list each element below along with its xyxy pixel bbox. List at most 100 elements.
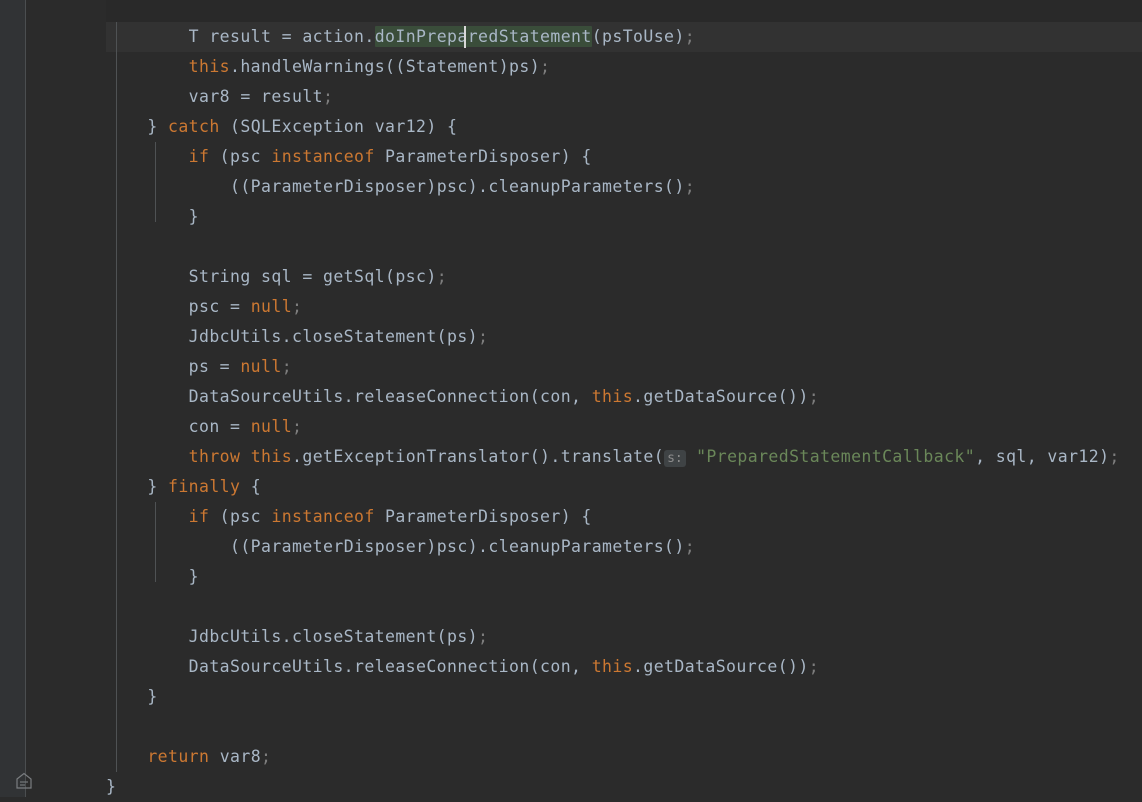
code-line[interactable]: this.handleWarnings((Statement)ps); (0, 52, 1142, 82)
code-line[interactable]: } (0, 202, 1142, 232)
code-token: ; (684, 177, 696, 196)
code-line[interactable]: throw this.getExceptionTranslator().tran… (0, 442, 1142, 472)
code-line[interactable]: var8 = result; (0, 82, 1142, 112)
code-line[interactable]: ((ParameterDisposer)psc).cleanupParamete… (0, 532, 1142, 562)
code-token: null (250, 417, 293, 436)
code-token: (psc (209, 147, 272, 166)
code-line[interactable]: String sql = getSql(psc); (0, 262, 1142, 292)
code-line-text: DataSourceUtils.releaseConnection(con, t… (106, 652, 819, 682)
code-token: ; (292, 297, 303, 316)
code-line-text: ((ParameterDisposer)psc).cleanupParamete… (106, 172, 695, 202)
code-token: if (188, 147, 210, 166)
code-token: catch (168, 117, 220, 136)
code-line[interactable]: ((ParameterDisposer)psc).cleanupParamete… (0, 172, 1142, 202)
code-token: .getDataSource()) (633, 657, 809, 676)
code-token: ; (808, 657, 820, 676)
code-line-text: return var8; (106, 742, 271, 772)
code-line[interactable]: } (0, 682, 1142, 712)
code-token: ; (684, 537, 696, 556)
code-token: this (591, 657, 634, 676)
code-token: "PreparedStatementCallback" (696, 447, 976, 466)
code-token: null (250, 297, 293, 316)
code-token: ; (478, 627, 489, 646)
code-line-text: } (106, 772, 116, 802)
code-line-text: ((ParameterDisposer)psc).cleanupParamete… (106, 532, 695, 562)
code-line[interactable]: ps = null; (0, 352, 1142, 382)
inlay-parameter-hint[interactable]: s: (664, 450, 686, 467)
code-line-text: T result = action.doInPreparedStatement(… (106, 22, 695, 52)
code-line-text: if (psc instanceof ParameterDisposer) { (106, 502, 592, 532)
code-line[interactable]: con = null; (0, 412, 1142, 442)
code-token: } (147, 477, 169, 496)
code-token: T result = action. (188, 27, 375, 46)
code-token: instanceof (271, 507, 375, 526)
code-line[interactable] (0, 712, 1142, 742)
code-token: { (240, 477, 262, 496)
code-editor[interactable]: T result = action.doInPreparedStatement (… (0, 0, 1142, 797)
code-token: } (188, 567, 200, 586)
code-line-text: } (106, 202, 199, 232)
code-line[interactable]: DataSourceUtils.releaseConnection(con, t… (0, 382, 1142, 412)
code-token: DataSourceUtils.releaseConnection(con, (188, 657, 592, 676)
code-token: return (147, 747, 210, 766)
code-token: ; (281, 357, 293, 376)
code-token: ((ParameterDisposer)psc).cleanupParamete… (230, 177, 685, 196)
code-line[interactable]: JdbcUtils.closeStatement(ps); (0, 622, 1142, 652)
code-token: DataSourceUtils.releaseConnection(con, (188, 387, 592, 406)
code-token: } (147, 117, 169, 136)
code-token: } (147, 687, 158, 706)
code-line[interactable]: } (0, 562, 1142, 592)
code-line-text: String sql = getSql(psc); (106, 262, 447, 292)
code-line[interactable]: JdbcUtils.closeStatement(ps); (0, 322, 1142, 352)
code-line[interactable]: } (0, 772, 1142, 802)
code-line-text: } (106, 562, 199, 592)
code-line-text: } (106, 682, 158, 712)
code-line[interactable]: psc = null; (0, 292, 1142, 322)
code-token: .handleWarnings((Statement)ps) (230, 57, 541, 76)
code-line-text: psc = null; (106, 292, 302, 322)
code-token: var8 = result (188, 87, 324, 106)
code-token: (psc (209, 507, 272, 526)
code-token: if (188, 507, 210, 526)
code-line[interactable]: T result = action.doInPreparedStatement(… (0, 22, 1142, 52)
code-token: } (106, 777, 117, 796)
code-token: ; (478, 327, 489, 346)
code-line[interactable] (0, 232, 1142, 262)
code-line[interactable]: DataSourceUtils.releaseConnection(con, t… (0, 652, 1142, 682)
code-token: this (591, 387, 634, 406)
code-line[interactable]: } finally { (0, 472, 1142, 502)
code-line[interactable]: if (psc instanceof ParameterDisposer) { (0, 142, 1142, 172)
code-token: con = (188, 417, 251, 436)
code-token: (SQLException var12) { (219, 117, 458, 136)
code-token: throw (188, 447, 241, 466)
code-token: .getExceptionTranslator().translate( (292, 447, 665, 466)
code-line[interactable]: if (psc instanceof ParameterDisposer) { (0, 502, 1142, 532)
code-token: ((ParameterDisposer)psc).cleanupParamete… (230, 537, 685, 556)
code-line[interactable]: return var8; (0, 742, 1142, 772)
highlighted-identifier: doInPreparedStatement (374, 26, 592, 47)
code-line[interactable]: } catch (SQLException var12) { (0, 112, 1142, 142)
code-lines[interactable]: T result = action.doInPreparedStatement (… (0, 0, 1142, 797)
code-line[interactable] (0, 592, 1142, 622)
code-token: JdbcUtils.closeStatement(ps) (188, 327, 479, 346)
